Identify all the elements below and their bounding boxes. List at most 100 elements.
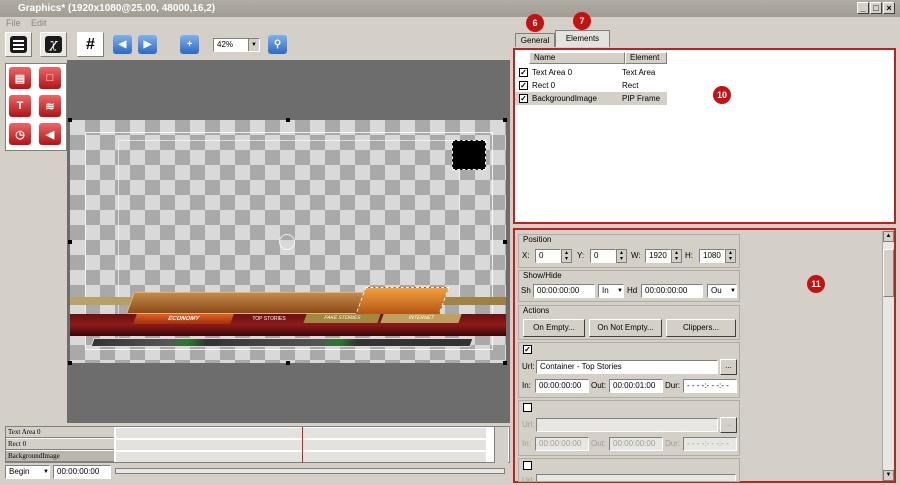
checkbox-checked[interactable]: ✓ [519,94,528,103]
y-label: Y: [577,251,585,260]
zoom-select[interactable]: 42% ▼ [213,38,260,52]
scroll-up-icon[interactable]: ▲ [883,231,894,242]
track-bar[interactable] [116,452,486,462]
w-spinner[interactable]: ▴ ▾ [671,249,682,263]
browse-button[interactable]: ... [720,417,737,433]
lower-third-tab-economy: ECONOMY [133,314,234,324]
w-field[interactable]: 1920 [645,249,671,263]
url-field[interactable]: Container - Top Stories [536,360,718,374]
zoom-button[interactable]: ⚲ [268,35,287,54]
handle-bottom[interactable] [286,361,290,365]
list-item[interactable]: ✓ Rect 0 Rect [515,79,675,92]
clippers-button[interactable]: Clippers... [666,319,736,337]
audio-button[interactable]: ◀ [39,123,61,145]
track-label[interactable]: BackgroundImage [6,451,114,462]
tab-elements[interactable]: Elements [555,30,610,47]
hide-label: Hd [627,286,638,295]
magnifier-icon: ⚲ [273,39,282,50]
close-button[interactable]: × [883,2,895,14]
y-spinner[interactable]: ▴ ▾ [616,249,627,263]
tab-general[interactable]: General [515,33,555,47]
out-label: Out: [591,381,607,390]
hide-time-field[interactable]: 00:00:00:00 [641,284,703,298]
text-button[interactable]: T [9,95,31,117]
browse-button[interactable]: ... [720,359,737,375]
h-field[interactable]: 1080 [699,249,725,263]
list-view-button[interactable] [5,32,32,57]
action-enabled-checkbox[interactable] [523,461,532,470]
rect-button[interactable]: □ [39,67,61,89]
track-bar[interactable] [116,428,486,438]
action-entry: Url: [518,458,740,482]
timeline-slider[interactable] [115,468,505,474]
handle-right[interactable] [503,240,507,244]
properties-scrollbar[interactable]: ▲ ▼ [882,231,894,481]
w-label: W: [631,251,641,260]
y-field[interactable]: 0 [590,249,616,263]
add-button[interactable]: + [180,35,199,54]
hide-out-select[interactable]: Ou ▼ [707,284,737,298]
lower-third-tab-topstories: TOP STORIES [252,316,286,322]
handle-bottom-left[interactable] [68,361,72,365]
action-enabled-checkbox[interactable] [523,403,532,412]
logo-placeholder[interactable] [452,140,486,170]
rss-button[interactable]: ≋ [39,95,61,117]
column-header-element[interactable]: Element [625,52,667,64]
track-label[interactable]: Text Area 0 [6,427,114,438]
handle-top[interactable] [286,118,290,122]
out-time-field[interactable]: 00:00:00:00 [609,437,663,451]
in-time-field[interactable]: 00:00:00:00 [535,379,589,393]
action-enabled-checkbox[interactable]: ✓ [523,345,532,354]
checkbox-checked[interactable]: ✓ [519,68,528,77]
list-item-selected[interactable]: ✓ BackgroundImage PIP Frame [515,92,667,105]
out-time-field[interactable]: 00:00:01:00 [609,379,663,393]
track-bar[interactable] [116,440,486,450]
handle-bottom-right[interactable] [503,361,507,365]
maximize-button[interactable]: □ [870,2,882,14]
script-button[interactable]: χ [40,32,67,57]
dur-label: Dur: [665,381,681,390]
chevron-down-icon: ▼ [43,469,49,475]
menu-file[interactable]: File [6,18,21,28]
position-group-title: Position [523,235,552,244]
timeline[interactable]: Text Area 0 Rect 0 BackgroundImage [5,426,510,463]
showhide-group-title: Show/Hide [523,271,562,280]
show-in-select[interactable]: In ▼ [598,284,624,298]
scroll-thumb[interactable] [883,249,894,297]
properties-panel: 11 ▲ ▼ Position X: 0 ▴ ▾ Y: 0 ▴ ▾ W: 1920 … [513,228,896,483]
actions-group-title: Actions [523,306,550,315]
show-time-field[interactable]: 00:00:00:00 [533,284,595,298]
column-header-name[interactable]: Name [529,52,625,64]
on-empty-button[interactable]: On Empty... [523,319,585,337]
on-not-empty-button[interactable]: On Not Empty... [589,319,662,337]
playhead[interactable] [302,427,303,463]
track-label[interactable]: Rect 0 [6,439,114,450]
in-time-field[interactable]: 00:00:00:00 [535,437,589,451]
play-button[interactable]: ▶ [138,35,157,54]
h-spinner[interactable]: ▴ ▾ [725,249,736,263]
handle-left[interactable] [68,240,72,244]
previous-button[interactable]: ◀ [113,35,132,54]
timeline-scrollbar[interactable] [494,427,508,463]
scroll-down-icon[interactable]: ▼ [883,470,894,481]
x-spinner[interactable]: ▴ ▾ [561,249,572,263]
timeline-time-field[interactable]: 00:00:00:00 [53,465,111,479]
layers-button[interactable]: ▤ [9,67,31,89]
minimize-button[interactable]: _ [857,2,869,14]
handle-top-right[interactable] [503,118,507,122]
url-field[interactable] [536,474,736,481]
url-field[interactable] [536,418,718,432]
dur-field[interactable]: - - - -:- - -:- - [683,437,737,451]
element-palette: ▤ □ T ≋ ◷ ◀ [5,63,67,151]
clock-button[interactable]: ◷ [9,123,31,145]
lower-third-tab-internet: INTERNET [380,314,462,323]
rss-icon: ≋ [45,100,55,113]
checkbox-checked[interactable]: ✓ [519,81,528,90]
x-field[interactable]: 0 [535,249,561,263]
timeline-start-select[interactable]: Begin ▼ [5,465,50,479]
grid-toggle-button[interactable]: # [77,32,104,57]
dur-field[interactable]: - - - -:- - -:- - [683,379,737,393]
list-item[interactable]: ✓ Text Area 0 Text Area [515,66,675,79]
handle-top-left[interactable] [68,118,72,122]
menu-edit[interactable]: Edit [31,18,47,28]
